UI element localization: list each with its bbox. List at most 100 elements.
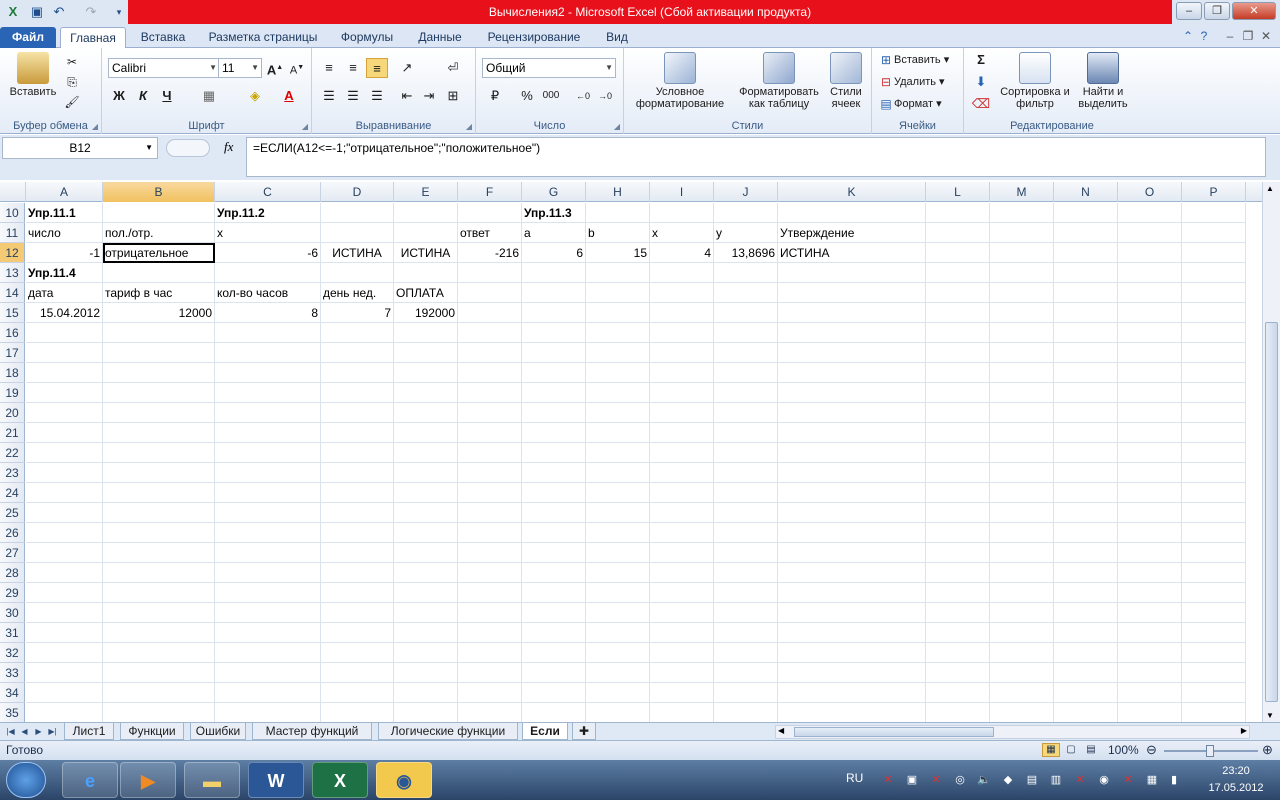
cell[interactable] bbox=[1054, 283, 1118, 303]
cell[interactable] bbox=[394, 523, 458, 543]
cell[interactable] bbox=[1182, 383, 1246, 403]
cell[interactable] bbox=[586, 643, 650, 663]
cell[interactable] bbox=[926, 343, 990, 363]
cell[interactable] bbox=[650, 303, 714, 323]
align-right-icon[interactable]: ☰ bbox=[366, 86, 388, 106]
cell[interactable] bbox=[321, 323, 394, 343]
cell[interactable] bbox=[522, 643, 586, 663]
cell-d15[interactable]: 7 bbox=[321, 303, 394, 323]
cell[interactable] bbox=[321, 543, 394, 563]
row-header[interactable]: 14 bbox=[0, 283, 25, 303]
cell[interactable] bbox=[522, 543, 586, 563]
grow-font-button[interactable]: A▲ bbox=[264, 58, 286, 78]
cell[interactable] bbox=[522, 483, 586, 503]
cell[interactable] bbox=[1054, 603, 1118, 623]
cell-styles-button[interactable]: Стили ячеек bbox=[824, 52, 868, 110]
cell[interactable] bbox=[26, 463, 103, 483]
cell[interactable] bbox=[650, 463, 714, 483]
cell[interactable] bbox=[926, 263, 990, 283]
cell[interactable] bbox=[215, 643, 321, 663]
cell[interactable] bbox=[650, 663, 714, 683]
borders-icon[interactable]: ▦ bbox=[198, 86, 220, 106]
normal-view-icon[interactable]: ▦ bbox=[1042, 743, 1060, 757]
cell[interactable] bbox=[1182, 323, 1246, 343]
cell[interactable] bbox=[321, 363, 394, 383]
insert-sheet-icon[interactable]: ✚ bbox=[572, 723, 596, 740]
cell[interactable] bbox=[778, 303, 926, 323]
cell[interactable] bbox=[458, 403, 522, 423]
tab-insert[interactable]: Вставка bbox=[132, 27, 194, 48]
cell[interactable] bbox=[458, 443, 522, 463]
cell[interactable] bbox=[1054, 583, 1118, 603]
cell-a13[interactable]: Упр.11.4 bbox=[26, 263, 103, 283]
network-icon[interactable]: ▮ bbox=[1166, 772, 1182, 788]
cell[interactable] bbox=[1118, 243, 1182, 263]
row-header[interactable]: 10 bbox=[0, 203, 25, 223]
cell[interactable] bbox=[458, 563, 522, 583]
cell[interactable] bbox=[394, 403, 458, 423]
cell[interactable] bbox=[26, 483, 103, 503]
cell[interactable] bbox=[394, 603, 458, 623]
cell[interactable] bbox=[714, 483, 778, 503]
row-header[interactable]: 15 bbox=[0, 303, 25, 323]
cell[interactable] bbox=[394, 363, 458, 383]
cell[interactable] bbox=[215, 523, 321, 543]
cell[interactable] bbox=[103, 363, 215, 383]
cell[interactable] bbox=[714, 663, 778, 683]
cell[interactable] bbox=[522, 683, 586, 703]
cell[interactable] bbox=[321, 343, 394, 363]
cell-h11[interactable]: b bbox=[586, 223, 650, 243]
column-header-m[interactable]: M bbox=[990, 182, 1054, 202]
cell[interactable] bbox=[990, 523, 1054, 543]
cell-g12[interactable]: 6 bbox=[522, 243, 586, 263]
cell[interactable] bbox=[321, 223, 394, 243]
cell[interactable] bbox=[321, 703, 394, 722]
cell[interactable] bbox=[1054, 303, 1118, 323]
cell[interactable] bbox=[1054, 443, 1118, 463]
cell-c12[interactable]: -6 bbox=[215, 243, 321, 263]
cell[interactable] bbox=[1054, 523, 1118, 543]
cell-f11[interactable]: ответ bbox=[458, 223, 522, 243]
cell[interactable] bbox=[990, 663, 1054, 683]
collapse-ribbon-icon[interactable]: ⌃ bbox=[1180, 28, 1196, 44]
tab-page-layout[interactable]: Разметка страницы bbox=[200, 27, 326, 48]
cell[interactable] bbox=[990, 463, 1054, 483]
cell[interactable] bbox=[778, 383, 926, 403]
cell[interactable] bbox=[458, 683, 522, 703]
cell-f12[interactable]: -216 bbox=[458, 243, 522, 263]
tab-review[interactable]: Рецензирование bbox=[478, 27, 590, 48]
cell[interactable] bbox=[926, 303, 990, 323]
cell[interactable] bbox=[103, 503, 215, 523]
cell[interactable] bbox=[522, 603, 586, 623]
cell[interactable] bbox=[990, 343, 1054, 363]
cell[interactable] bbox=[926, 623, 990, 643]
cell[interactable] bbox=[1182, 223, 1246, 243]
cell[interactable] bbox=[458, 303, 522, 323]
row-header[interactable]: 27 bbox=[0, 543, 25, 563]
cell[interactable] bbox=[990, 383, 1054, 403]
cell[interactable] bbox=[714, 263, 778, 283]
align-left-icon[interactable]: ☰ bbox=[318, 86, 340, 106]
cell[interactable] bbox=[1118, 563, 1182, 583]
cell[interactable] bbox=[586, 383, 650, 403]
cell[interactable] bbox=[926, 443, 990, 463]
cell[interactable] bbox=[990, 563, 1054, 583]
row-header[interactable]: 23 bbox=[0, 463, 25, 483]
cell[interactable] bbox=[778, 663, 926, 683]
cell[interactable] bbox=[990, 243, 1054, 263]
conditional-formatting-button[interactable]: Условное форматирование bbox=[628, 52, 732, 110]
cell[interactable] bbox=[394, 423, 458, 443]
cell[interactable] bbox=[215, 463, 321, 483]
cell[interactable] bbox=[103, 543, 215, 563]
last-sheet-icon[interactable]: ▶| bbox=[46, 724, 59, 739]
row-header[interactable]: 26 bbox=[0, 523, 25, 543]
cell[interactable] bbox=[990, 323, 1054, 343]
cell[interactable] bbox=[1054, 323, 1118, 343]
cell[interactable] bbox=[1118, 503, 1182, 523]
cell[interactable] bbox=[714, 463, 778, 483]
cell[interactable] bbox=[1054, 403, 1118, 423]
cell[interactable] bbox=[321, 523, 394, 543]
zoom-out-icon[interactable]: ⊖ bbox=[1146, 742, 1157, 758]
cell[interactable] bbox=[586, 503, 650, 523]
tray-icon[interactable]: ✕ bbox=[880, 772, 896, 788]
